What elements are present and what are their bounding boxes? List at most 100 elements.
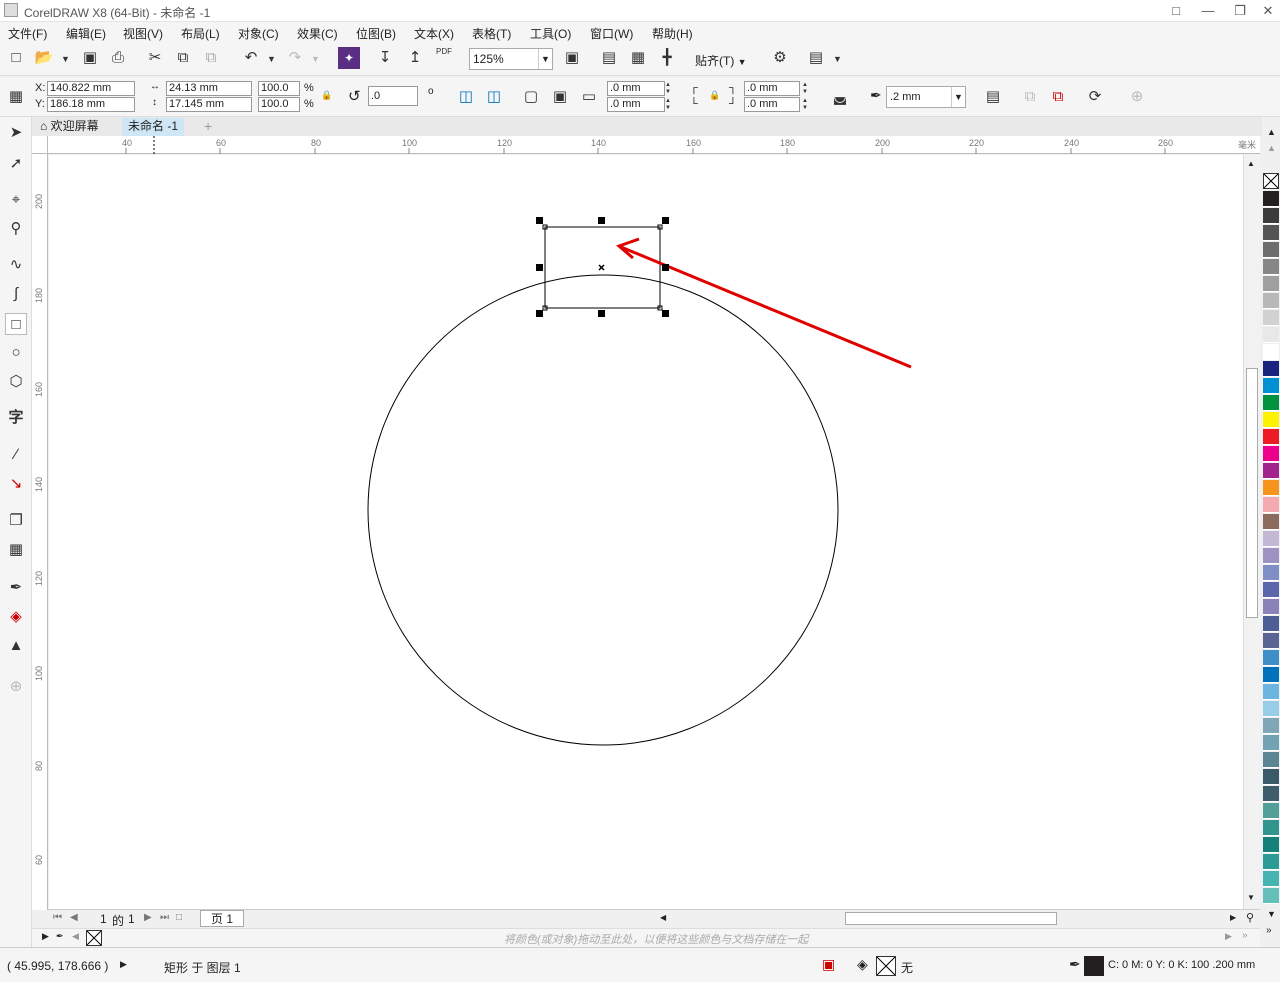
scroll-up-icon[interactable]: ▲ — [1247, 159, 1255, 168]
palette-top-icon[interactable]: ▲ — [1267, 143, 1276, 153]
color-swatch[interactable] — [1263, 191, 1279, 207]
menu-table[interactable]: 表格(T) — [472, 25, 511, 42]
corner-radius-bottom-right-field[interactable]: .0 mm — [744, 97, 800, 112]
show-rulers-icon[interactable]: ▤ — [598, 47, 620, 69]
fill-swatch[interactable] — [876, 956, 896, 976]
next-page-icon[interactable]: ▶ — [144, 912, 152, 923]
add-page-icon[interactable]: □ — [176, 912, 182, 923]
new-tab-plus-icon[interactable]: + — [198, 118, 218, 136]
eyedropper-icon[interactable]: ✒ — [56, 931, 64, 942]
close-button[interactable]: ✕ — [1256, 2, 1280, 20]
palette-scroll-down-icon[interactable]: ▼ — [1267, 909, 1276, 919]
menu-layout[interactable]: 布局(L) — [181, 25, 220, 42]
launcher-dropdown-icon[interactable]: ▼ — [833, 54, 842, 64]
polygon-tool-icon[interactable]: ⬡ — [5, 371, 27, 393]
color-swatch[interactable] — [1263, 803, 1279, 819]
ellipse-shape[interactable] — [367, 274, 839, 746]
palette-menu-icon[interactable]: ▶ — [42, 931, 49, 942]
full-screen-icon[interactable]: ▣ — [561, 47, 583, 69]
page-tab[interactable]: 页 1 — [200, 910, 245, 927]
color-swatch[interactable] — [1263, 259, 1279, 275]
search-content-icon[interactable]: ✦ — [338, 47, 360, 69]
open-icon[interactable]: 📂 — [33, 47, 55, 69]
ruler-origin[interactable] — [32, 136, 48, 154]
drawing-canvas[interactable] — [49, 155, 1243, 909]
color-swatch[interactable] — [1263, 378, 1279, 394]
selection-handle[interactable] — [598, 310, 605, 317]
spin-icon[interactable]: ▲ ▼ — [665, 82, 673, 96]
account-icon[interactable]: □ — [1164, 2, 1188, 20]
first-page-icon[interactable]: ⏮ — [53, 912, 62, 923]
smart-fill-tool-icon[interactable]: ▲ — [5, 635, 27, 657]
height-field[interactable]: 17.145 mm — [166, 97, 252, 112]
scroll-right-icon[interactable]: ▶ — [1230, 913, 1236, 922]
color-swatch[interactable] — [1263, 293, 1279, 309]
rectangle-tool-icon[interactable]: □ — [5, 313, 27, 335]
redo-dropdown-icon[interactable]: ▼ — [311, 54, 320, 64]
color-swatch[interactable] — [1263, 446, 1279, 462]
color-swatch[interactable] — [1263, 701, 1279, 717]
paste-icon[interactable]: ⧉ — [200, 47, 222, 69]
application-launcher-icon[interactable]: ▤ — [805, 47, 827, 69]
no-color-swatch[interactable] — [86, 930, 102, 946]
color-swatch[interactable] — [1263, 667, 1279, 683]
selection-handle[interactable] — [662, 264, 669, 271]
export-icon[interactable]: ↥ — [404, 47, 426, 69]
chamfered-corner-icon[interactable]: ▭ — [578, 86, 600, 108]
horizontal-ruler[interactable]: 40 60 80 100 120 140 160 180 200 220 240… — [48, 136, 1260, 154]
to-back-icon[interactable]: ⧉ — [1047, 86, 1069, 108]
color-swatch[interactable] — [1263, 786, 1279, 802]
lock-ratio-icon[interactable]: 🔒 — [321, 90, 332, 101]
menu-text[interactable]: 文本(X) — [414, 25, 454, 42]
print-icon[interactable]: ⎙ — [107, 47, 129, 69]
menu-help[interactable]: 帮助(H) — [652, 25, 693, 42]
color-swatch[interactable] — [1263, 344, 1279, 360]
menu-window[interactable]: 窗口(W) — [590, 25, 633, 42]
color-swatch[interactable] — [1263, 480, 1279, 496]
y-position-field[interactable]: 186.18 mm — [47, 97, 135, 112]
color-swatch[interactable] — [1263, 854, 1279, 870]
selection-handle[interactable] — [536, 310, 543, 317]
no-fill-swatch[interactable] — [1263, 173, 1279, 189]
zoom-tool-icon[interactable]: ⚲ — [5, 218, 27, 240]
interactive-fill-tool-icon[interactable]: ◈ — [5, 606, 27, 628]
relative-corner-scaling-icon[interactable]: ◛ — [829, 86, 851, 108]
restore-button[interactable]: ❐ — [1228, 2, 1252, 20]
scale-width-field[interactable]: 100.0 — [258, 81, 300, 96]
minimize-button[interactable]: — — [1196, 2, 1220, 20]
menu-view[interactable]: 视图(V) — [123, 25, 163, 42]
menu-bitmaps[interactable]: 位图(B) — [356, 25, 396, 42]
previous-page-icon[interactable]: ◀ — [70, 912, 78, 923]
drop-shadow-tool-icon[interactable]: ❐ — [5, 510, 27, 532]
color-swatch[interactable] — [1263, 650, 1279, 666]
cut-icon[interactable]: ✂ — [144, 47, 166, 69]
color-swatch[interactable] — [1263, 276, 1279, 292]
selection-handle[interactable] — [536, 264, 543, 271]
color-swatch[interactable] — [1263, 531, 1279, 547]
save-icon[interactable]: ▣ — [79, 47, 101, 69]
color-swatch[interactable] — [1263, 242, 1279, 258]
menu-edit[interactable]: 编辑(E) — [66, 25, 106, 42]
scroll-left-icon[interactable]: ◀ — [660, 913, 666, 922]
menu-file[interactable]: 文件(F) — [8, 25, 47, 42]
color-eyedropper-tool-icon[interactable]: ✒ — [5, 577, 27, 599]
x-position-field[interactable]: 140.822 mm — [47, 81, 135, 96]
vertical-ruler[interactable]: 200 180 160 140 120 100 80 60 — [32, 154, 48, 910]
horizontal-scroll-thumb[interactable] — [845, 912, 1057, 925]
color-swatch[interactable] — [1263, 565, 1279, 581]
selection-handle[interactable] — [662, 310, 669, 317]
color-swatch[interactable] — [1263, 310, 1279, 326]
options-gear-icon[interactable]: ⚙ — [769, 47, 791, 69]
mirror-horizontal-icon[interactable]: ◫ — [455, 86, 477, 108]
text-tool-icon[interactable]: 字 — [5, 407, 27, 429]
palette-expand-icon[interactable]: » — [1242, 930, 1248, 941]
parallel-dimension-tool-icon[interactable]: ∕ — [5, 444, 27, 466]
last-page-icon[interactable]: ⏭ — [160, 912, 169, 923]
color-swatch[interactable] — [1263, 225, 1279, 241]
corner-radius-top-right-field[interactable]: .0 mm — [744, 81, 800, 96]
open-dropdown-icon[interactable]: ▼ — [61, 54, 70, 64]
status-expand-icon[interactable]: ▶ — [120, 959, 127, 970]
spin-icon[interactable]: ▲ ▼ — [802, 98, 810, 112]
outline-color-swatch[interactable] — [1084, 956, 1104, 976]
transparency-tool-icon[interactable]: ▦ — [5, 539, 27, 561]
